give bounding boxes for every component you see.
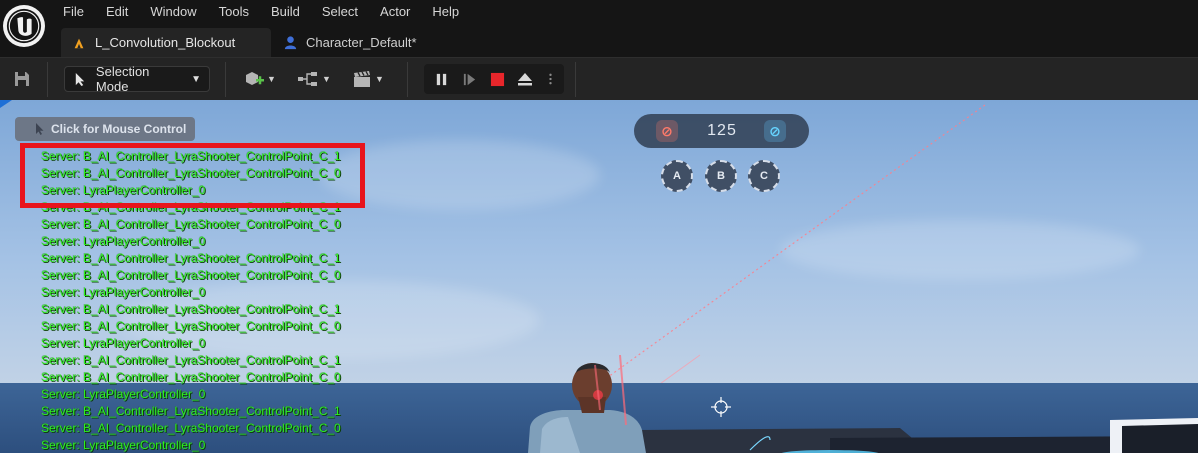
chevron-down-icon: ▼: [191, 73, 201, 85]
pause-button[interactable]: [428, 66, 454, 92]
menu-help[interactable]: Help: [421, 3, 470, 21]
log-line: Server: B_AI_Controller_LyraShooter_Cont…: [41, 319, 341, 333]
eject-button[interactable]: [512, 66, 538, 92]
menu-edit[interactable]: Edit: [95, 3, 139, 21]
log-line: Server: B_AI_Controller_LyraShooter_Cont…: [41, 353, 341, 367]
log-line: Server: LyraPlayerController_0: [41, 387, 206, 401]
selection-mode-dropdown[interactable]: Selection Mode ▼: [64, 64, 210, 94]
platform-structure: [620, 418, 1198, 453]
frame-skip-icon: [463, 73, 475, 85]
tab-character-label: Character_Default*: [306, 35, 417, 50]
play-controls: [424, 64, 564, 94]
log-line: Server: LyraPlayerController_0: [41, 234, 206, 248]
menu-actor[interactable]: Actor: [369, 3, 421, 21]
add-actor-button[interactable]: ▼: [240, 66, 280, 92]
tab-character[interactable]: Character_Default*: [276, 28, 436, 57]
cinematics-button[interactable]: ▼: [348, 66, 388, 92]
level-icon: [71, 35, 87, 51]
blueprints-button[interactable]: ▼: [294, 66, 334, 92]
title-bar: File Edit Window Tools Build Select Acto…: [0, 0, 1198, 57]
toolbar: Selection Mode ▼ ▼ ▼ ▼: [0, 57, 1198, 100]
menu-file[interactable]: File: [52, 3, 95, 21]
frame-skip-button[interactable]: [456, 66, 482, 92]
toolbar-divider: [575, 62, 576, 97]
red-highlight-box: [20, 143, 365, 208]
add-actor-icon: [246, 72, 265, 85]
log-line: Server: B_AI_Controller_LyraShooter_Cont…: [41, 302, 341, 316]
eject-icon: [518, 73, 532, 86]
kebab-menu-icon: [548, 73, 552, 85]
tab-level-label: L_Convolution_Blockout: [95, 35, 236, 50]
menu-tools[interactable]: Tools: [208, 3, 260, 21]
unreal-logo-icon[interactable]: [3, 5, 45, 47]
chevron-down-icon: ▼: [322, 74, 331, 84]
control-point-c-badge: C: [748, 160, 780, 192]
log-line: Server: B_AI_Controller_LyraShooter_Cont…: [41, 421, 341, 435]
save-button[interactable]: [10, 66, 34, 92]
toolbar-divider: [225, 62, 226, 97]
mouse-control-hint[interactable]: Click for Mouse Control: [15, 117, 195, 141]
play-options-button[interactable]: [540, 66, 560, 92]
control-point-a-badge: A: [661, 160, 693, 192]
save-icon: [15, 72, 29, 86]
log-line: Server: LyraPlayerController_0: [41, 438, 206, 452]
selection-mode-label: Selection Mode: [95, 64, 150, 94]
clapperboard-icon: [354, 71, 371, 87]
menu-window[interactable]: Window: [139, 3, 207, 21]
menu-bar: File Edit Window Tools Build Select Acto…: [52, 3, 470, 21]
stop-button[interactable]: [484, 66, 510, 92]
chevron-down-icon: ▼: [375, 74, 384, 84]
toolbar-divider: [407, 62, 408, 97]
control-point-b-badge: B: [705, 160, 737, 192]
log-line: Server: B_AI_Controller_LyraShooter_Cont…: [41, 370, 341, 384]
stop-icon: [490, 72, 504, 86]
log-line: Server: B_AI_Controller_LyraShooter_Cont…: [41, 268, 341, 282]
mouse-control-label: Click for Mouse Control: [51, 122, 187, 136]
player-character: [528, 355, 646, 453]
blue-team-icon: ⊘: [764, 120, 786, 142]
select-arrow-icon: [75, 72, 85, 86]
toolbar-divider: [47, 62, 48, 97]
chevron-down-icon: ▼: [267, 74, 276, 84]
game-viewport[interactable]: Click for Mouse Control Server: B_AI_Con…: [0, 100, 1198, 453]
log-line: Server: LyraPlayerController_0: [41, 336, 206, 350]
pause-icon: [436, 73, 446, 85]
log-line: Server: B_AI_Controller_LyraShooter_Cont…: [41, 217, 341, 231]
team-score-panel: ⊘ 125 ⊘: [634, 114, 809, 148]
cursor-icon: [36, 123, 44, 135]
blueprint-graph-icon: [298, 72, 318, 86]
menu-select[interactable]: Select: [311, 3, 369, 21]
character-blueprint-icon: [282, 35, 298, 51]
log-line: Server: B_AI_Controller_LyraShooter_Cont…: [41, 404, 341, 418]
tab-level[interactable]: L_Convolution_Blockout: [61, 28, 271, 57]
menu-build[interactable]: Build: [260, 3, 311, 21]
red-team-icon: ⊘: [656, 120, 678, 142]
score-value: 125: [707, 122, 737, 139]
log-line: Server: B_AI_Controller_LyraShooter_Cont…: [41, 251, 341, 265]
log-line: Server: LyraPlayerController_0: [41, 285, 206, 299]
